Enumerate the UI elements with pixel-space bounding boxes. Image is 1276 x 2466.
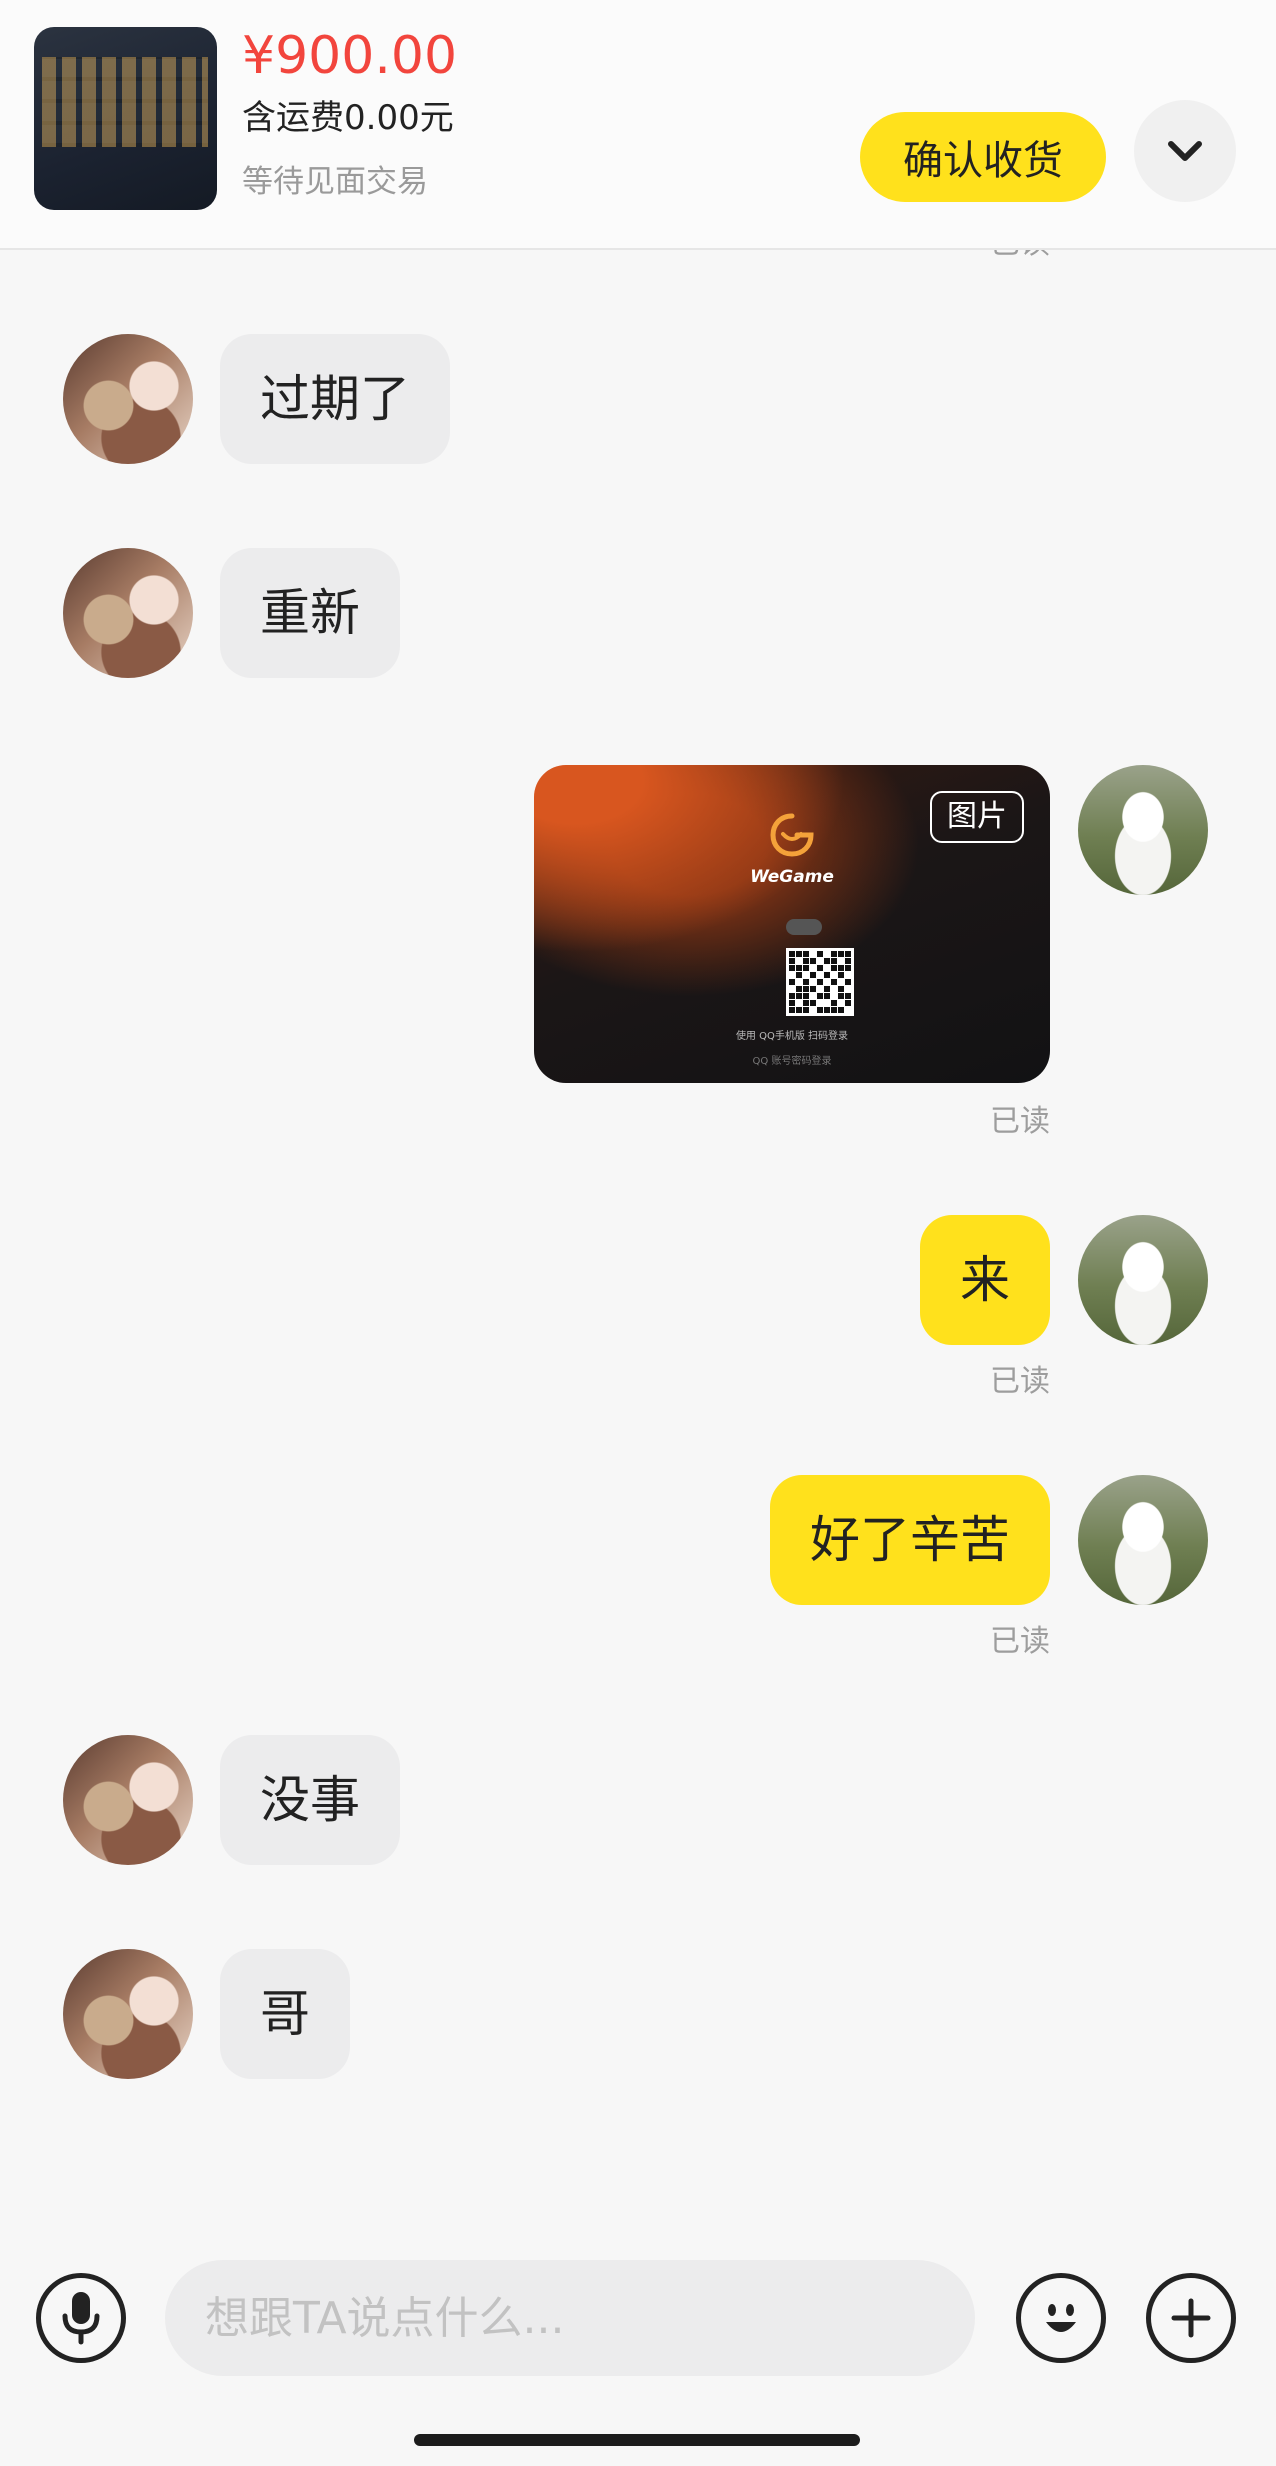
outgoing-message[interactable]: 好了辛苦: [770, 1475, 1050, 1605]
incoming-message[interactable]: 过期了: [220, 334, 450, 464]
my-avatar[interactable]: [1078, 1475, 1208, 1605]
wegame-logo-icon: [770, 813, 814, 857]
order-status: 等待见面交易: [242, 164, 428, 200]
qr-code: [786, 948, 854, 1016]
image-tag: 图片: [930, 791, 1024, 843]
read-receipt: 已读: [990, 1624, 1050, 1659]
contact-avatar[interactable]: [63, 1735, 193, 1865]
contact-avatar[interactable]: [63, 548, 193, 678]
product-thumbnail[interactable]: [34, 27, 217, 210]
my-avatar[interactable]: [1078, 1215, 1208, 1345]
microphone-icon: [62, 2292, 100, 2345]
incoming-message[interactable]: 哥: [220, 1949, 350, 2079]
chevron-down-icon: [1168, 141, 1202, 161]
outgoing-message[interactable]: 来: [920, 1215, 1050, 1345]
incoming-message[interactable]: 重新: [220, 548, 400, 678]
read-receipt: 已读: [990, 1364, 1050, 1399]
thumbnail-inventory-grid: [42, 57, 208, 147]
image-message[interactable]: 图片 WeGame 使用 QQ手机版 扫码登录 QQ 账号密码登录: [534, 765, 1050, 1083]
qr-login-hint: 使用 QQ手机版 扫码登录: [735, 1031, 849, 1042]
contact-avatar[interactable]: [63, 1949, 193, 2079]
voice-button[interactable]: [36, 2273, 126, 2363]
order-header: ¥900.00 含运费0.00元 等待见面交易 确认收货: [0, 0, 1276, 250]
read-receipt: 已读: [990, 1104, 1050, 1139]
wegame-name: WeGame: [750, 867, 834, 887]
more-button[interactable]: [1146, 2273, 1236, 2363]
incoming-message[interactable]: 没事: [220, 1735, 400, 1865]
home-indicator[interactable]: [414, 2434, 860, 2446]
emoji-button[interactable]: [1016, 2273, 1106, 2363]
emoji-icon: [1046, 2304, 1076, 2332]
login-toggle: [786, 919, 822, 935]
my-avatar[interactable]: [1078, 765, 1208, 895]
password-login-hint: QQ 账号密码登录: [752, 1056, 832, 1067]
shipping-fee: 含运费0.00元: [242, 98, 454, 138]
order-price: ¥900.00: [242, 26, 458, 86]
expand-button[interactable]: [1134, 100, 1236, 202]
plus-icon: [1171, 2298, 1211, 2338]
contact-avatar[interactable]: [63, 334, 193, 464]
confirm-receipt-button[interactable]: 确认收货: [860, 112, 1106, 202]
message-input[interactable]: [165, 2260, 975, 2376]
